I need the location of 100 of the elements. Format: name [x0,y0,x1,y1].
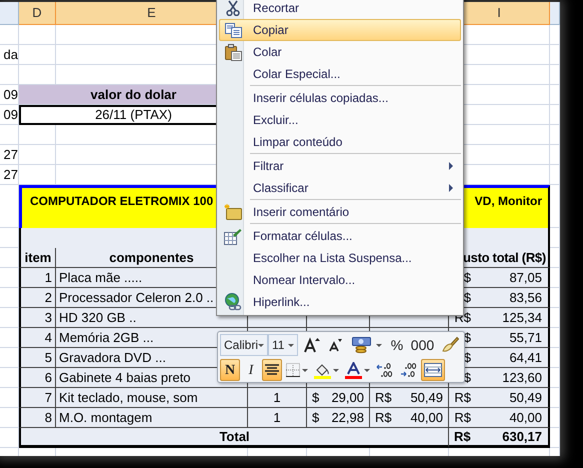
currency-symbol: R$ [454,388,471,407]
amount: 87,05 [509,268,542,287]
format-cells-icon [224,228,242,244]
currency-symbol: $ [312,408,320,427]
table-cell: 6 [19,368,56,388]
money-icon [352,336,372,354]
amount: 50,49 [509,388,542,407]
empty-cell[interactable] [550,65,560,85]
menu-item[interactable]: Colar [219,41,461,63]
toolbar-button[interactable]: % [386,334,407,356]
menu-item[interactable]: Formatar células... [219,225,461,247]
currency-symbol: $ [462,288,471,307]
empty-cell[interactable] [550,165,560,185]
empty-cell[interactable] [550,368,560,388]
bold-button[interactable]: N [220,359,240,381]
caret-icon [288,344,294,346]
currency-symbol: $ [312,388,320,407]
scissors-icon [226,0,240,16]
empty-cell[interactable] [550,125,560,145]
font-size-text: 11 [272,337,284,354]
empty-cell[interactable] [550,105,560,125]
menu-item[interactable]: Limpar conteúdo [219,131,461,153]
merge-center-icon [424,363,442,377]
copy-icon [224,22,242,38]
title-text: VD, Monitor [474,193,542,210]
table-cell: 1 [19,268,56,288]
empty-cell[interactable] [550,248,560,268]
amount: 22,98 [331,408,364,427]
cell-text: da [0,45,19,65]
table-cell: 2 [19,288,56,308]
currency-symbol: R$ [375,408,392,427]
table-cell: 7 [19,388,56,408]
table-cell: M.O. montagem [56,408,248,428]
amount: 123,60 [502,368,542,387]
cell-text: 09 [0,105,19,125]
toolbar-button[interactable]: 000 [410,334,435,356]
empty-cell[interactable] [550,45,560,65]
decrease-decimal-icon [400,362,417,378]
amount: 64,41 [509,348,542,367]
empty-cell[interactable] [19,145,56,165]
empty-cell[interactable] [550,328,560,348]
center-align-icon [265,364,279,376]
empty-cell[interactable] [19,45,56,65]
empty-cell[interactable] [550,288,560,308]
empty-cell[interactable] [19,25,56,45]
cell-text: 27 [0,145,19,165]
menu-item[interactable]: Classificar [219,177,461,199]
menu-item[interactable]: Copiar [219,19,461,41]
empty-cell[interactable] [550,428,560,448]
empty-cell[interactable] [550,85,560,105]
empty-cell[interactable] [550,185,560,228]
increase-decimal-icon [376,362,393,378]
empty-cell[interactable] [550,348,560,368]
currency-symbol: R$ [454,408,471,427]
amount: 40,00 [410,408,443,427]
font-color-icon [345,362,362,378]
table-cell: 5 [19,348,56,368]
empty-cell[interactable] [550,268,560,288]
font-size-field[interactable]: 11 [268,334,298,356]
grow-font-icon [304,337,320,353]
empty-cell[interactable] [550,145,560,165]
font-name-field[interactable]: Calibri [220,334,268,356]
table-cell: 3 [19,308,56,328]
amount: 29,00 [331,388,364,407]
globe-link-icon [224,293,242,311]
empty-cell[interactable] [0,65,19,85]
empty-cell[interactable] [550,408,560,428]
borders-icon [286,363,300,377]
table-cell: HD 320 GB .. [56,308,248,328]
table-cell: 4 [19,328,56,348]
caret-icon [258,344,264,346]
toolbar-button[interactable] [421,359,445,381]
menu-item[interactable]: Inserir comentário [219,201,461,223]
amount: 125,34 [502,308,542,327]
empty-cell[interactable] [550,388,560,408]
amount: 50,49 [410,388,443,407]
table-cell: 1 [248,408,307,428]
paintbrush-icon [441,336,459,354]
table-cell: 8 [19,408,56,428]
empty-cell[interactable] [0,125,19,145]
column-header[interactable]: D [19,2,56,25]
empty-cell[interactable] [19,125,56,145]
menu-item[interactable]: Colar Especial... [219,63,461,85]
note-icon [224,204,242,220]
title-text: COMPUTADOR ELETROMIX 100 [30,193,214,210]
empty-cell[interactable] [550,308,560,328]
clipboard-icon [224,44,242,60]
empty-cell[interactable] [550,228,560,248]
column-header[interactable] [0,2,19,25]
amount: 55,71 [509,328,542,347]
currency-symbol: R$ [454,428,471,446]
currency-symbol: R$ [375,388,392,407]
currency-symbol: $ [462,268,471,287]
menu-item[interactable]: Filtrar [219,155,461,177]
column-header[interactable] [550,2,560,25]
table-header-cell: item [19,248,56,268]
toolbar-button[interactable] [262,359,282,381]
amount: 83,56 [509,288,542,307]
table-cell: 1 [248,388,307,408]
toolbar-button[interactable] [342,359,365,381]
